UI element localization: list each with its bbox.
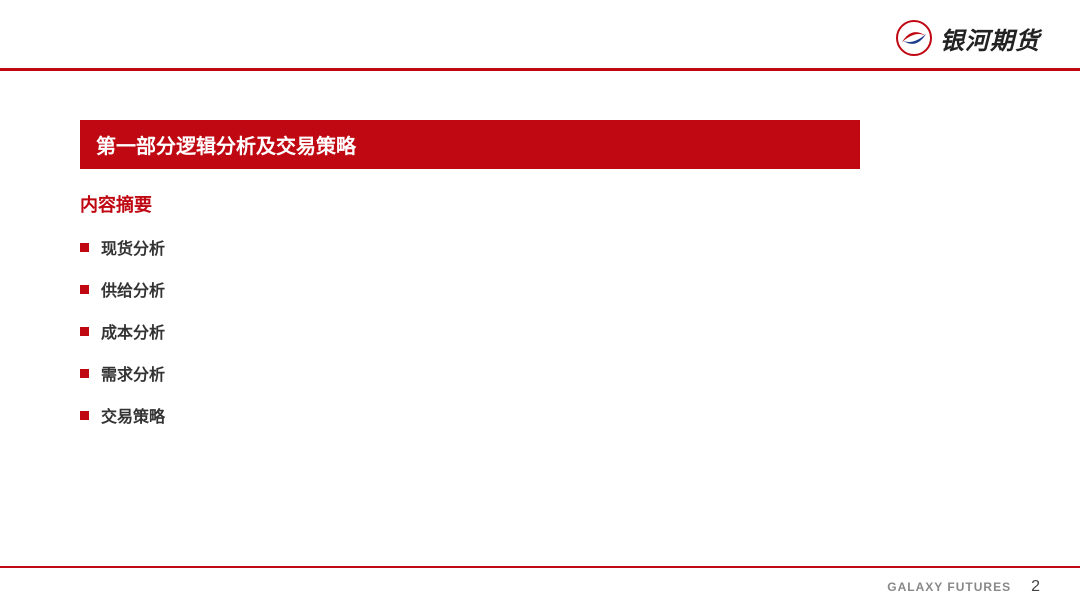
list-item: 交易策略 bbox=[80, 403, 1000, 427]
section-title: 第一部分逻辑分析及交易策略 bbox=[80, 120, 860, 169]
list-item-label: 现货分析 bbox=[101, 235, 165, 259]
list-item: 需求分析 bbox=[80, 361, 1000, 385]
list-item-label: 供给分析 bbox=[101, 277, 165, 301]
list-item-label: 成本分析 bbox=[101, 319, 165, 343]
list-item-label: 交易策略 bbox=[101, 403, 165, 427]
footer-brand: GALAXY FUTURES bbox=[887, 580, 1011, 594]
footer: GALAXY FUTURES 2 bbox=[887, 578, 1040, 596]
page-number: 2 bbox=[1031, 578, 1040, 596]
list-item-label: 需求分析 bbox=[101, 361, 165, 385]
main-content: 第一部分逻辑分析及交易策略 内容摘要 现货分析 供给分析 成本分析 需求分析 交… bbox=[80, 120, 1000, 445]
summary-heading: 内容摘要 bbox=[80, 191, 1000, 217]
list-item: 现货分析 bbox=[80, 235, 1000, 259]
bullet-list: 现货分析 供给分析 成本分析 需求分析 交易策略 bbox=[80, 235, 1000, 427]
galaxy-logo-icon bbox=[896, 20, 932, 56]
list-item: 成本分析 bbox=[80, 319, 1000, 343]
bottom-divider bbox=[0, 566, 1080, 568]
top-divider bbox=[0, 68, 1080, 71]
list-item: 供给分析 bbox=[80, 277, 1000, 301]
header: 银河期货 bbox=[896, 20, 1040, 56]
brand-name: 银河期货 bbox=[940, 21, 1040, 56]
